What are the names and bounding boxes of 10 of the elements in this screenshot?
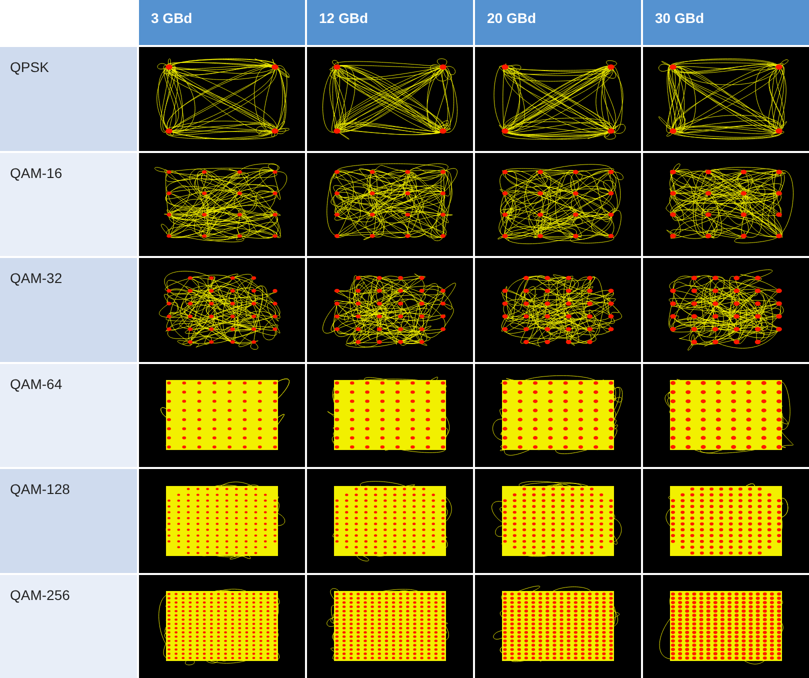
column-header: 30 GBd — [643, 0, 809, 45]
row-label: QAM-256 — [0, 574, 137, 678]
row-label: QPSK — [0, 47, 137, 150]
row-label: QAM-64 — [0, 364, 137, 467]
column-header: 20 GBd — [475, 0, 641, 45]
row-label: QAM-128 — [0, 469, 137, 572]
row-label: QAM-32 — [0, 258, 137, 362]
row-label: QAM-16 — [0, 152, 137, 256]
column-header: 12 GBd — [307, 0, 473, 45]
column-header: 3 GBd — [139, 0, 305, 45]
